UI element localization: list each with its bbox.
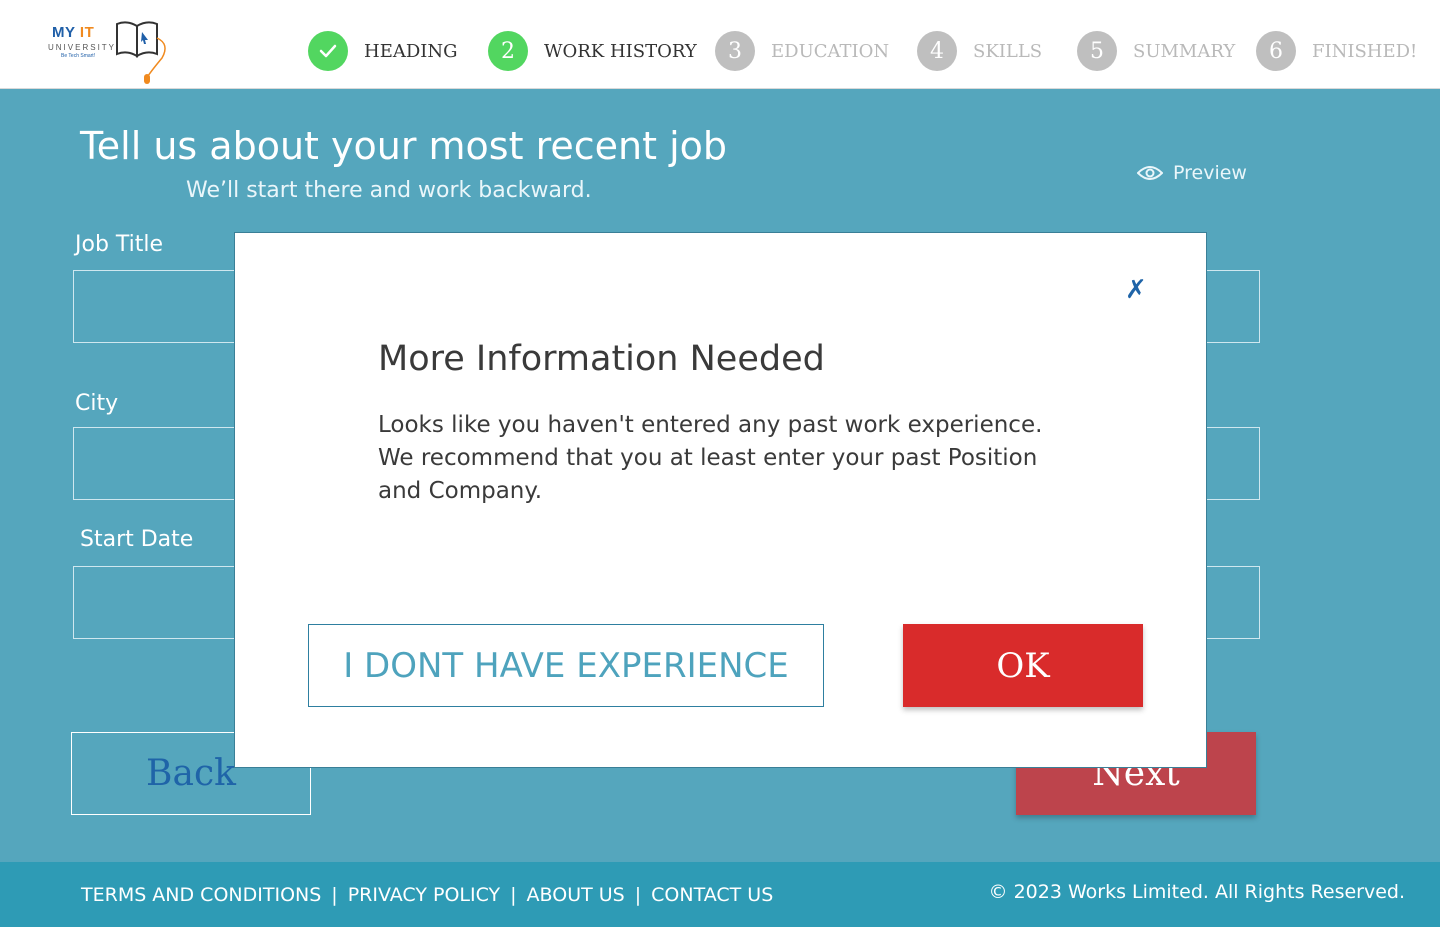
about-link[interactable]: ABOUT US bbox=[527, 884, 625, 906]
modal-message: Looks like you haven't entered any past … bbox=[378, 412, 1043, 504]
step-skills[interactable]: 4 SKILLS bbox=[917, 31, 1042, 71]
step-finished-label: FINISHED! bbox=[1312, 40, 1418, 62]
eye-icon bbox=[1137, 166, 1163, 180]
terms-link[interactable]: TERMS AND CONDITIONS bbox=[81, 884, 321, 906]
step-heading-label: HEADING bbox=[364, 40, 458, 62]
copyright-text: © 2023 Works Limited. All Rights Reserve… bbox=[988, 881, 1405, 903]
step-heading-check bbox=[308, 31, 348, 71]
footer-separator: | bbox=[331, 884, 338, 906]
no-experience-button[interactable]: I DONT HAVE EXPERIENCE bbox=[308, 624, 824, 707]
step-education-number: 3 bbox=[715, 31, 755, 71]
preview-label: Preview bbox=[1173, 162, 1247, 184]
start-date-label: Start Date bbox=[80, 527, 194, 552]
more-info-modal: ✗ More Information Needed Looks like you… bbox=[234, 232, 1207, 768]
city-label: City bbox=[75, 391, 119, 416]
ok-button[interactable]: OK bbox=[903, 624, 1143, 707]
step-heading[interactable]: HEADING bbox=[308, 31, 458, 71]
step-skills-number: 4 bbox=[917, 31, 957, 71]
step-education[interactable]: 3 EDUCATION bbox=[715, 31, 889, 71]
step-summary[interactable]: 5 SUMMARY bbox=[1077, 31, 1235, 71]
preview-link[interactable]: Preview bbox=[1137, 162, 1247, 184]
step-finished[interactable]: 6 FINISHED! bbox=[1256, 31, 1417, 71]
modal-title: More Information Needed bbox=[378, 339, 825, 379]
step-work-history-label: WORK HISTORY bbox=[544, 40, 697, 62]
check-icon bbox=[319, 44, 337, 58]
step-finished-number: 6 bbox=[1256, 31, 1296, 71]
step-work-history-number: 2 bbox=[488, 31, 528, 71]
close-icon[interactable]: ✗ bbox=[1125, 277, 1147, 303]
step-summary-number: 5 bbox=[1077, 31, 1117, 71]
step-summary-label: SUMMARY bbox=[1133, 40, 1236, 62]
step-work-history[interactable]: 2 WORK HISTORY bbox=[488, 31, 697, 71]
header: MY IT UNIVERSITY Be Tech Smart! HEADING … bbox=[0, 0, 1440, 89]
footer: TERMS AND CONDITIONS | PRIVACY POLICY | … bbox=[0, 862, 1440, 927]
step-skills-label: SKILLS bbox=[973, 40, 1043, 62]
contact-link[interactable]: CONTACT US bbox=[651, 884, 773, 906]
footer-links: TERMS AND CONDITIONS | PRIVACY POLICY | … bbox=[81, 884, 773, 906]
page-subtitle: We’ll start there and work backward. bbox=[186, 178, 592, 203]
footer-separator: | bbox=[510, 884, 517, 906]
page-title: Tell us about your most recent job bbox=[80, 124, 728, 168]
job-title-label: Job Title bbox=[75, 232, 164, 257]
step-education-label: EDUCATION bbox=[771, 40, 890, 62]
footer-separator: | bbox=[634, 884, 642, 906]
progress-steps: HEADING 2 WORK HISTORY 3 EDUCATION 4 SKI… bbox=[0, 0, 1440, 89]
privacy-link[interactable]: PRIVACY POLICY bbox=[348, 884, 500, 906]
